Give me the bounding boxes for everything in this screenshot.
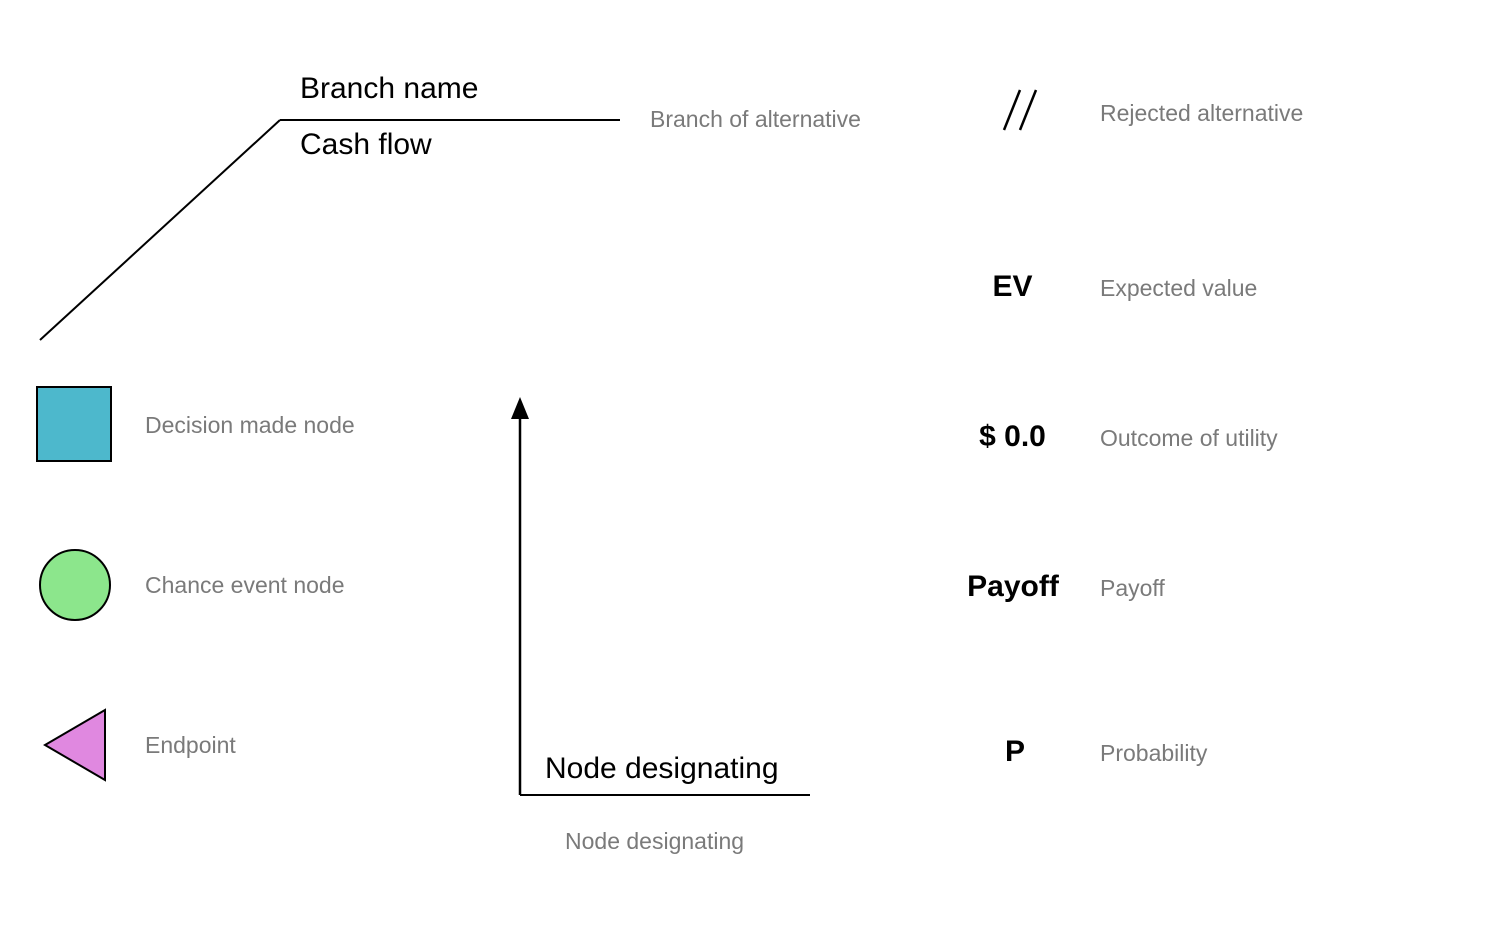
node-designating-figure	[500, 395, 820, 810]
payoff-symbol: Payoff	[948, 570, 1078, 604]
payoff-label: Payoff	[1100, 575, 1165, 602]
node-designating-text: Node designating	[545, 752, 779, 786]
endpoint-label: Endpoint	[145, 732, 236, 759]
branch-description: Branch of alternative	[650, 106, 861, 133]
rejected-label: Rejected alternative	[1100, 100, 1303, 127]
rejected-symbol	[990, 85, 1050, 140]
decision-node-label: Decision made node	[145, 412, 355, 439]
utility-symbol: $ 0.0	[955, 420, 1070, 454]
decision-node-shape	[35, 385, 115, 470]
chance-node-label: Chance event node	[145, 572, 345, 599]
node-designating-caption: Node designating	[565, 828, 744, 855]
ev-symbol: EV	[970, 270, 1055, 304]
probability-symbol: P	[985, 735, 1045, 769]
ev-label: Expected value	[1100, 275, 1257, 302]
utility-label: Outcome of utility	[1100, 425, 1278, 452]
branch-top-label: Branch name	[300, 72, 478, 106]
chance-node-shape	[35, 545, 115, 630]
probability-label: Probability	[1100, 740, 1207, 767]
endpoint-shape	[35, 705, 115, 790]
branch-bottom-label: Cash flow	[300, 128, 432, 162]
